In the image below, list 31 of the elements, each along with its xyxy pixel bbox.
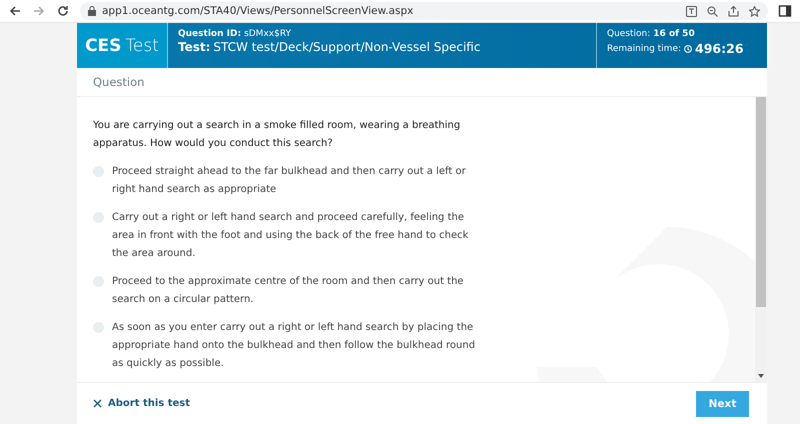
test-label: Test:	[178, 40, 210, 54]
time-label: Remaining time:	[607, 44, 682, 54]
answer-option[interactable]: Proceed straight ahead to the far bulkhead and then carry out a left or right hand search as appropriate	[112, 163, 478, 199]
question-id-label: Question ID:	[178, 29, 242, 39]
zoom-icon[interactable]	[707, 6, 718, 16]
reload-icon[interactable]	[56, 4, 70, 18]
star-icon[interactable]	[749, 6, 760, 16]
scroll-down-icon[interactable]	[758, 374, 764, 378]
answer-option[interactable]: Proceed to the approximate centre of the room and then carry out the search on a circular pattern.	[112, 273, 478, 309]
address-bar[interactable]: app1.oceantg.com/STA40/Views/PersonnelScreenView.aspx	[80, 2, 768, 20]
progress-label: Question:	[607, 29, 650, 39]
answer-option[interactable]: Carry out a right or left hand search and proceed carefully, feeling the area in front with the foot and using the back of the free hand to check the area around.	[112, 209, 478, 263]
url-text: app1.oceantg.com/STA40/Views/PersonnelScreenView.aspx	[102, 5, 414, 17]
question-id: sDMxx$RY	[244, 29, 292, 39]
brand-suffix: Test	[125, 36, 159, 56]
answer-option[interactable]: As soon as you enter carry out a right or left hand search by placing the appropriate hand onto the bulkhead and then follow the bulkhead round as quickly as possible.	[112, 319, 478, 373]
lock-icon	[88, 6, 96, 16]
progress-count: 16 of 50	[653, 29, 695, 39]
brand-name: CES	[85, 36, 122, 56]
scrollbar[interactable]	[755, 97, 767, 382]
share-icon[interactable]	[728, 6, 739, 16]
abort-link[interactable]: Abort this test	[93, 398, 190, 409]
clock-icon	[684, 44, 692, 52]
test-name: STCW test/Deck/Support/Non-Vessel Specific	[213, 40, 480, 54]
back-icon[interactable]	[8, 4, 22, 18]
question-text: You are carrying out a search in a smoke filled room, wearing a breathing apparatus. How would you conduct this search?	[93, 119, 462, 151]
translate-icon[interactable]	[686, 6, 697, 16]
remaining-time: 496:26	[695, 41, 744, 56]
section-title: Question	[93, 75, 144, 89]
close-icon	[93, 399, 102, 408]
side-panel-icon[interactable]	[778, 4, 792, 18]
